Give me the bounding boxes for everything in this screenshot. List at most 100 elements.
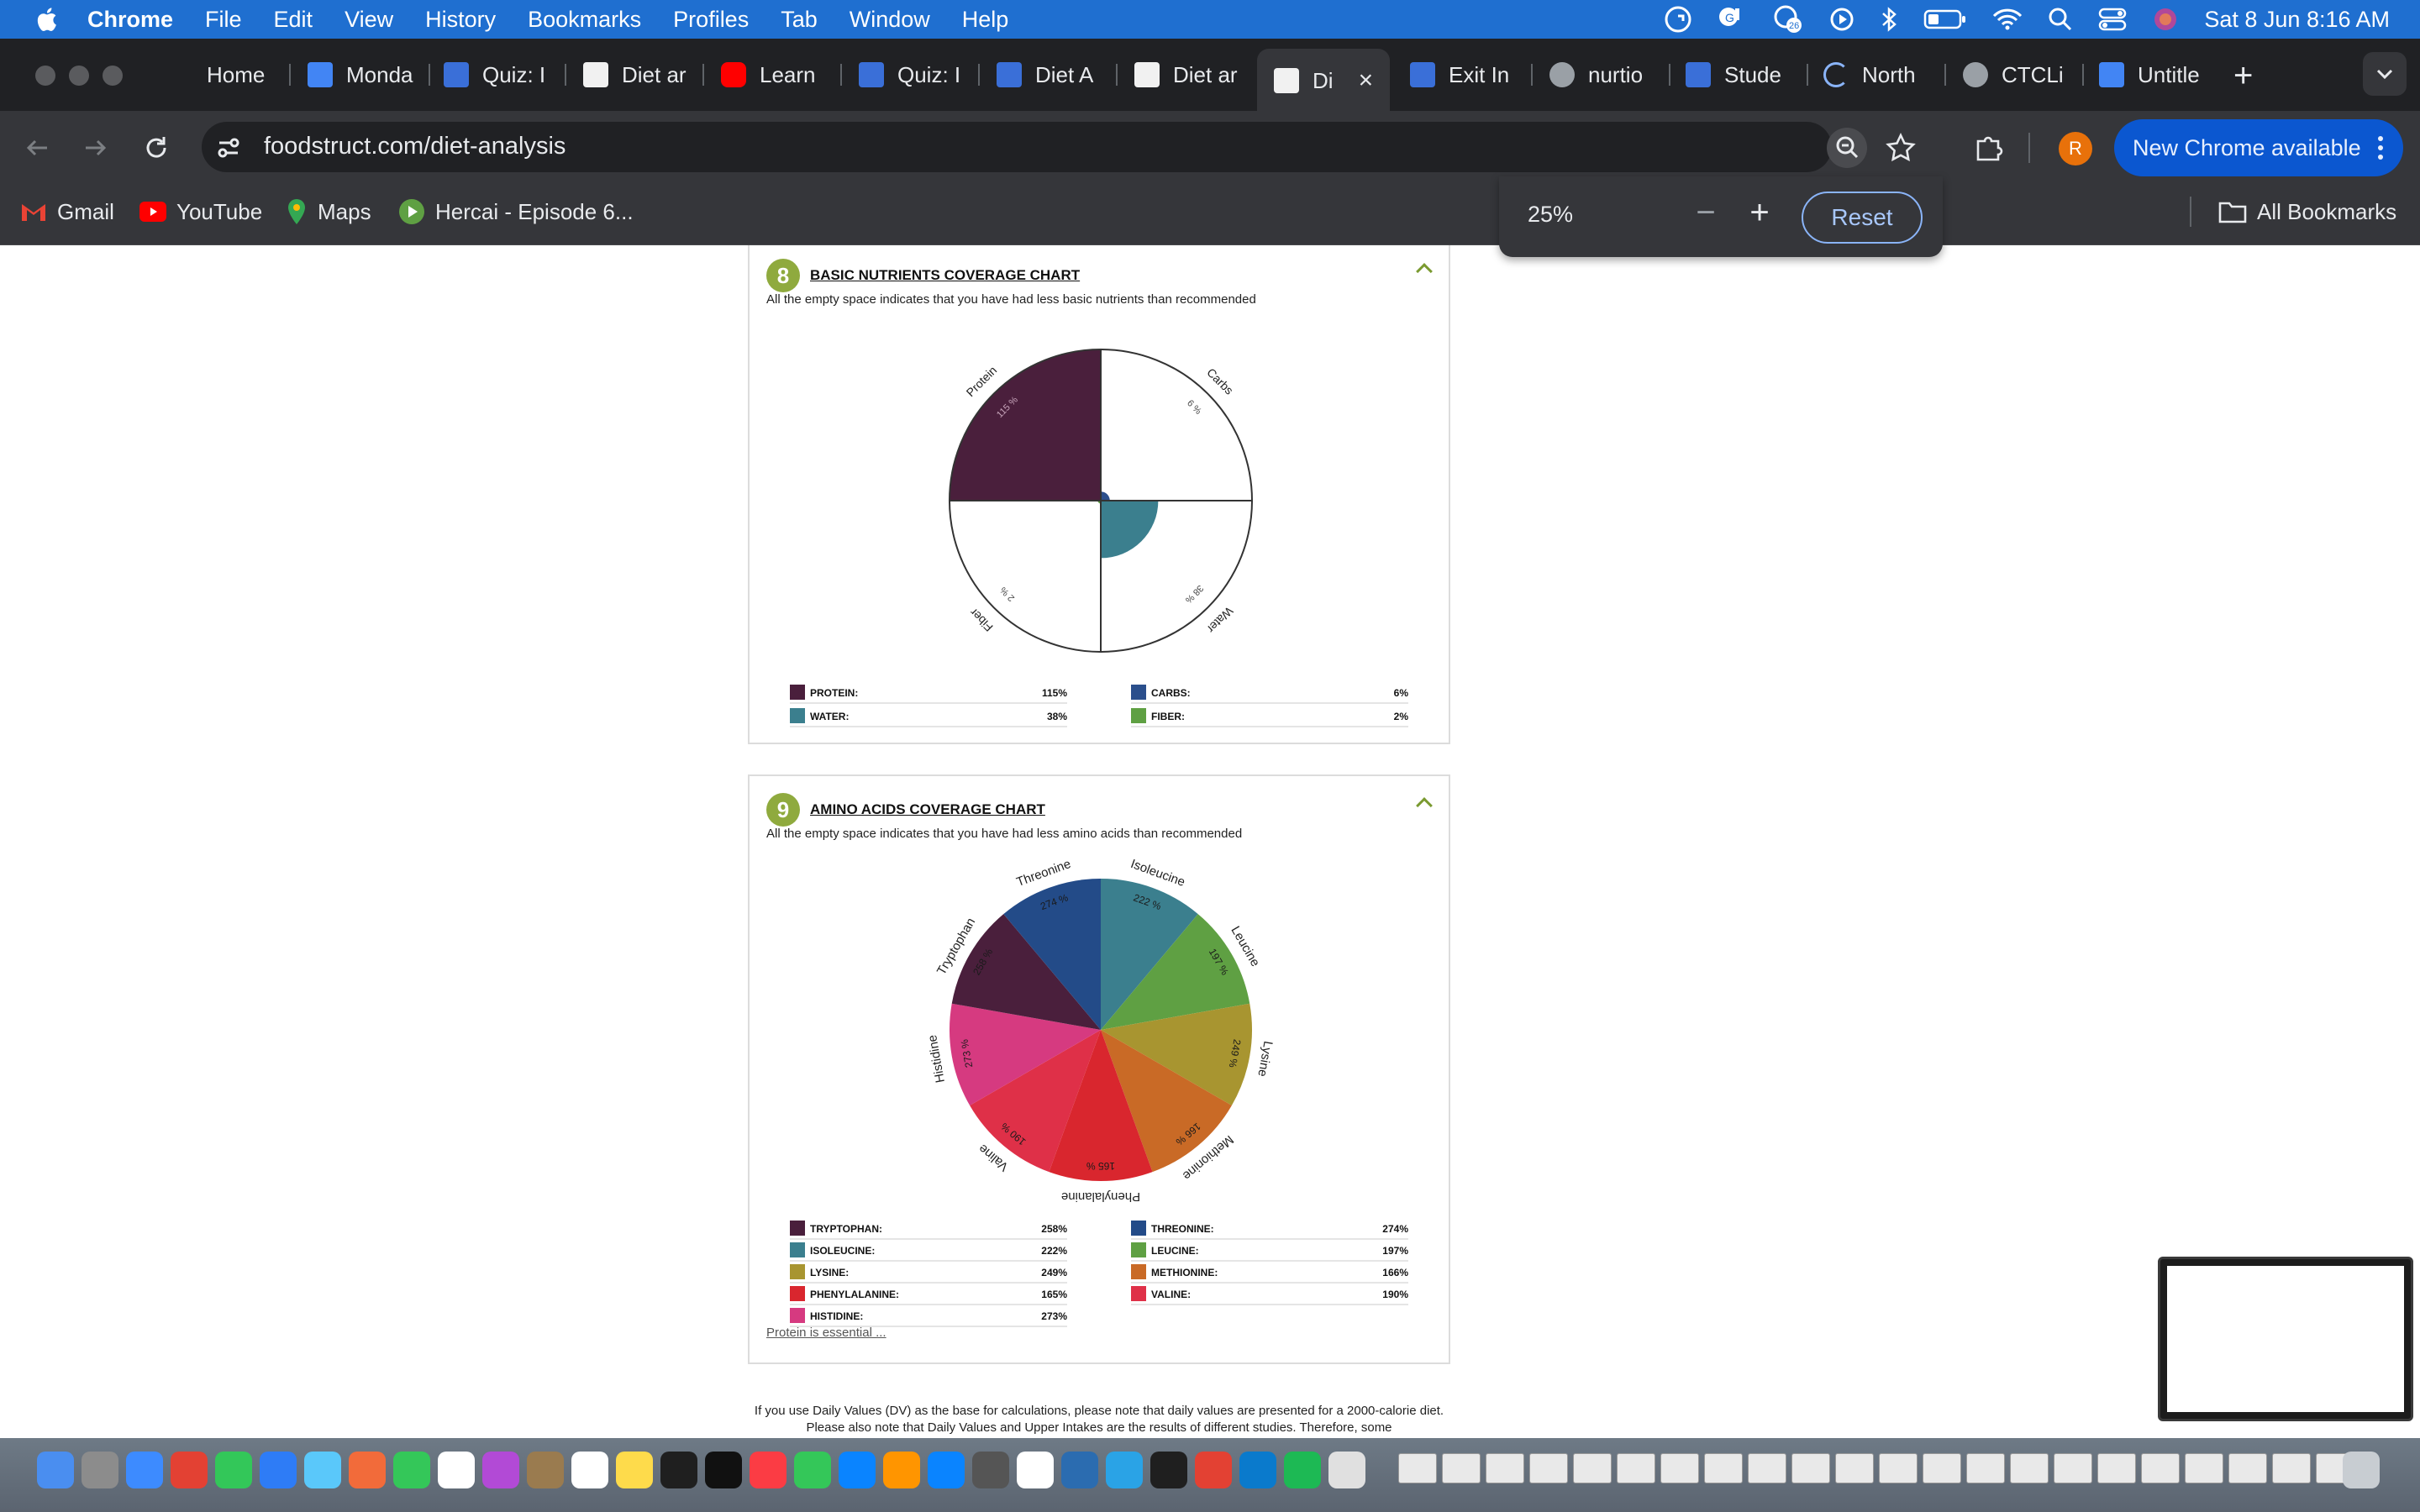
dock-app-icon[interactable] [1328,1452,1365,1488]
menu-window[interactable]: Window [850,7,930,33]
tab-monday-doc[interactable]: Monda [308,54,417,96]
dock-minimized-window[interactable] [1923,1453,1961,1483]
tab-home[interactable]: Home [207,54,291,96]
play-circle-icon[interactable] [1829,7,1854,32]
grammarly-icon[interactable] [1665,6,1691,33]
spotlight-search-icon[interactable] [2048,7,2073,32]
dock-app-icon[interactable] [126,1452,163,1488]
menu-history[interactable]: History [425,7,496,33]
dock-app-icon[interactable] [839,1452,876,1488]
dock-app-icon[interactable] [972,1452,1009,1488]
translate-icon[interactable]: G [1717,5,1745,34]
dock-app-icon[interactable] [349,1452,386,1488]
menu-file[interactable]: File [205,7,242,33]
screenshot-thumbnail-preview[interactable] [2158,1257,2413,1421]
dock-minimized-window[interactable] [1398,1453,1437,1483]
dock-app-icon[interactable] [794,1452,831,1488]
tab-diet-1[interactable]: Diet ar [583,54,687,96]
dock-minimized-window[interactable] [1617,1453,1655,1483]
bookmark-star-icon[interactable] [1884,131,1918,165]
menu-help[interactable]: Help [962,7,1009,33]
dock-minimized-window[interactable] [1835,1453,1874,1483]
control-center-icon[interactable] [2098,7,2127,32]
dock-minimized-window[interactable] [2185,1453,2223,1483]
dock-app-icon[interactable] [171,1452,208,1488]
dock-minimized-window[interactable] [2228,1453,2267,1483]
dock-app-icon[interactable] [438,1452,475,1488]
extensions-puzzle-icon[interactable] [1971,131,2005,165]
wifi-icon[interactable] [1992,8,2023,31]
dock-app-icon[interactable] [393,1452,430,1488]
bookmark-youtube[interactable]: YouTube [139,195,262,228]
forward-arrow-icon[interactable] [81,133,111,163]
dock-app-icon[interactable] [527,1452,564,1488]
trash-icon[interactable] [2343,1452,2380,1488]
apple-logo-icon[interactable] [34,5,62,34]
dock-app-icon[interactable] [1061,1452,1098,1488]
zoom-indicator-button[interactable] [1827,128,1867,168]
menu-view[interactable]: View [345,7,393,33]
tab-student[interactable]: Stude [1686,54,1790,96]
dock-app-icon[interactable] [1195,1452,1232,1488]
new-chrome-available-button[interactable]: New Chrome available [2114,119,2403,176]
zoom-reset-button[interactable]: Reset [1802,192,1923,244]
bookmark-hercai[interactable]: Hercai - Episode 6... [398,195,634,228]
tab-exit-interview[interactable]: Exit In [1410,54,1514,96]
window-minimize-button[interactable] [69,66,89,86]
reload-icon[interactable] [141,133,171,163]
bluetooth-icon[interactable] [1880,6,1898,33]
tab-nutrition[interactable]: nurtio [1549,54,1659,96]
dock-app-icon[interactable] [304,1452,341,1488]
cloud-sync-icon[interactable]: 26 [1770,5,1804,34]
tab-ctcli[interactable]: CTCLi [1963,54,2065,96]
tab-diet-analysis[interactable]: Diet A [997,54,1099,96]
dock-app-icon[interactable] [215,1452,252,1488]
zoom-in-button[interactable]: + [1743,196,1776,230]
dock-app-icon[interactable] [1017,1452,1054,1488]
menubar-clock[interactable]: Sat 8 Jun 8:16 AM [2204,7,2390,33]
bookmark-maps[interactable]: Maps [286,195,371,228]
tab-learn-youtube[interactable]: Learn [721,54,830,96]
dock-app-icon[interactable] [571,1452,608,1488]
window-zoom-button[interactable] [103,66,123,86]
dock-minimized-window[interactable] [1529,1453,1568,1483]
profile-avatar[interactable]: R [2059,132,2092,165]
dock-app-icon[interactable] [705,1452,742,1488]
siri-icon[interactable] [2152,6,2179,33]
dock-app-icon[interactable] [37,1452,74,1488]
dock-minimized-window[interactable] [2097,1453,2136,1483]
dock-minimized-window[interactable] [1879,1453,1918,1483]
menu-bookmarks[interactable]: Bookmarks [528,7,641,33]
dock-app-icon[interactable] [928,1452,965,1488]
dock-minimized-window[interactable] [2141,1453,2180,1483]
dock-app-icon[interactable] [616,1452,653,1488]
menu-app-name[interactable]: Chrome [87,7,173,33]
tab-diet-2[interactable]: Diet ar [1134,54,1239,96]
dock-app-icon[interactable] [883,1452,920,1488]
battery-icon[interactable] [1923,8,1967,30]
close-tab-icon[interactable]: × [1359,66,1374,95]
menu-tab[interactable]: Tab [781,7,818,33]
dock-app-icon[interactable] [1150,1452,1187,1488]
dock-minimized-window[interactable] [2054,1453,2092,1483]
tab-search-button[interactable] [2363,52,2407,96]
tab-untitled-doc[interactable]: Untitle [2099,54,2203,96]
bookmark-gmail[interactable]: Gmail [20,195,114,228]
menu-profiles[interactable]: Profiles [673,7,749,33]
protein-essential-link[interactable]: Protein is essential ... [766,1326,886,1340]
dock-app-icon[interactable] [750,1452,786,1488]
dock-minimized-window[interactable] [1486,1453,1524,1483]
back-arrow-icon[interactable] [22,133,52,163]
dock-minimized-window[interactable] [1442,1453,1481,1483]
dock-minimized-window[interactable] [1748,1453,1786,1483]
menu-edit[interactable]: Edit [274,7,313,33]
collapse-chevron-icon[interactable] [1416,797,1433,814]
dock-app-icon[interactable] [1239,1452,1276,1488]
tab-quiz-2[interactable]: Quiz: I [859,54,963,96]
dock-app-icon[interactable] [260,1452,297,1488]
dock-minimized-window[interactable] [1660,1453,1699,1483]
dock-minimized-window[interactable] [2272,1453,2311,1483]
dock-app-icon[interactable] [660,1452,697,1488]
collapse-chevron-icon[interactable] [1416,263,1433,280]
dock-app-icon[interactable] [482,1452,519,1488]
